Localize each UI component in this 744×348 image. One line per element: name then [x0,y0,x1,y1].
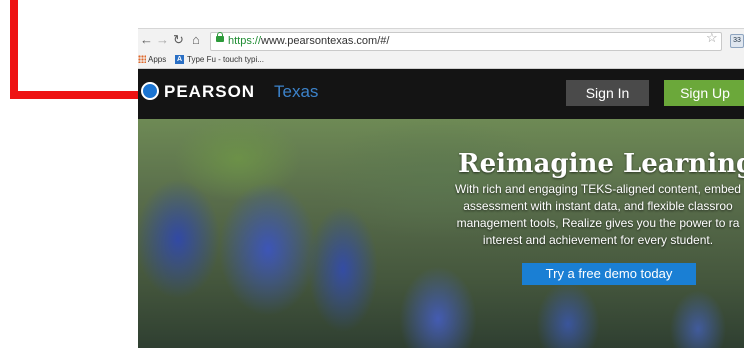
sign-in-button[interactable]: Sign In [566,80,649,106]
back-arrow-icon[interactable]: ← [140,33,153,47]
address-bar[interactable]: https://www.pearsontexas.com/#/ [210,32,722,51]
lock-icon [216,32,224,42]
site-header: PEARSON Texas Sign In Sign Up [138,69,744,119]
hero-line-3: management tools, Realize gives you the … [456,216,740,230]
apps-grid-icon [138,55,146,63]
try-demo-button[interactable]: Try a free demo today [522,263,696,285]
logo-state-name[interactable]: Texas [274,82,318,102]
bookmarks-bar: Apps A Type Fu - touch typi... [138,52,744,69]
typefu-icon: A [175,55,184,64]
home-icon[interactable]: ⌂ [192,33,200,47]
hero-description: With rich and engaging TEKS-aligned cont… [438,181,744,249]
sign-up-button[interactable]: Sign Up [664,80,744,106]
bookmark-star-icon[interactable]: ☆ [706,30,718,46]
hero-line-2: assessment with instant data, and flexib… [463,199,733,213]
url-text[interactable]: https://www.pearsontexas.com/#/ [228,34,389,48]
arrow-vertical-segment [10,0,18,99]
hero-line-1: With rich and engaging TEKS-aligned cont… [455,182,741,196]
browser-screenshot: ← → ↻ ⌂ https://www.pearsontexas.com/#/ … [138,28,744,348]
extension-icon[interactable]: 33 [730,34,744,48]
reload-icon[interactable]: ↻ [173,33,184,47]
forward-arrow-icon[interactable]: → [156,33,169,47]
bookmark-apps[interactable]: Apps [148,53,166,67]
bookmark-type-fu[interactable]: Type Fu - touch typi... [187,53,264,67]
hero-line-4: interest and achievement for every stude… [482,233,714,247]
hero-banner: Reimagine Learning With rich and engagin… [138,119,744,348]
logo-wordmark[interactable]: PEARSON [164,82,255,102]
pearson-logo-icon [141,82,159,100]
browser-toolbar: ← → ↻ ⌂ https://www.pearsontexas.com/#/ … [138,28,744,53]
hero-title: Reimagine Learning [458,149,744,179]
